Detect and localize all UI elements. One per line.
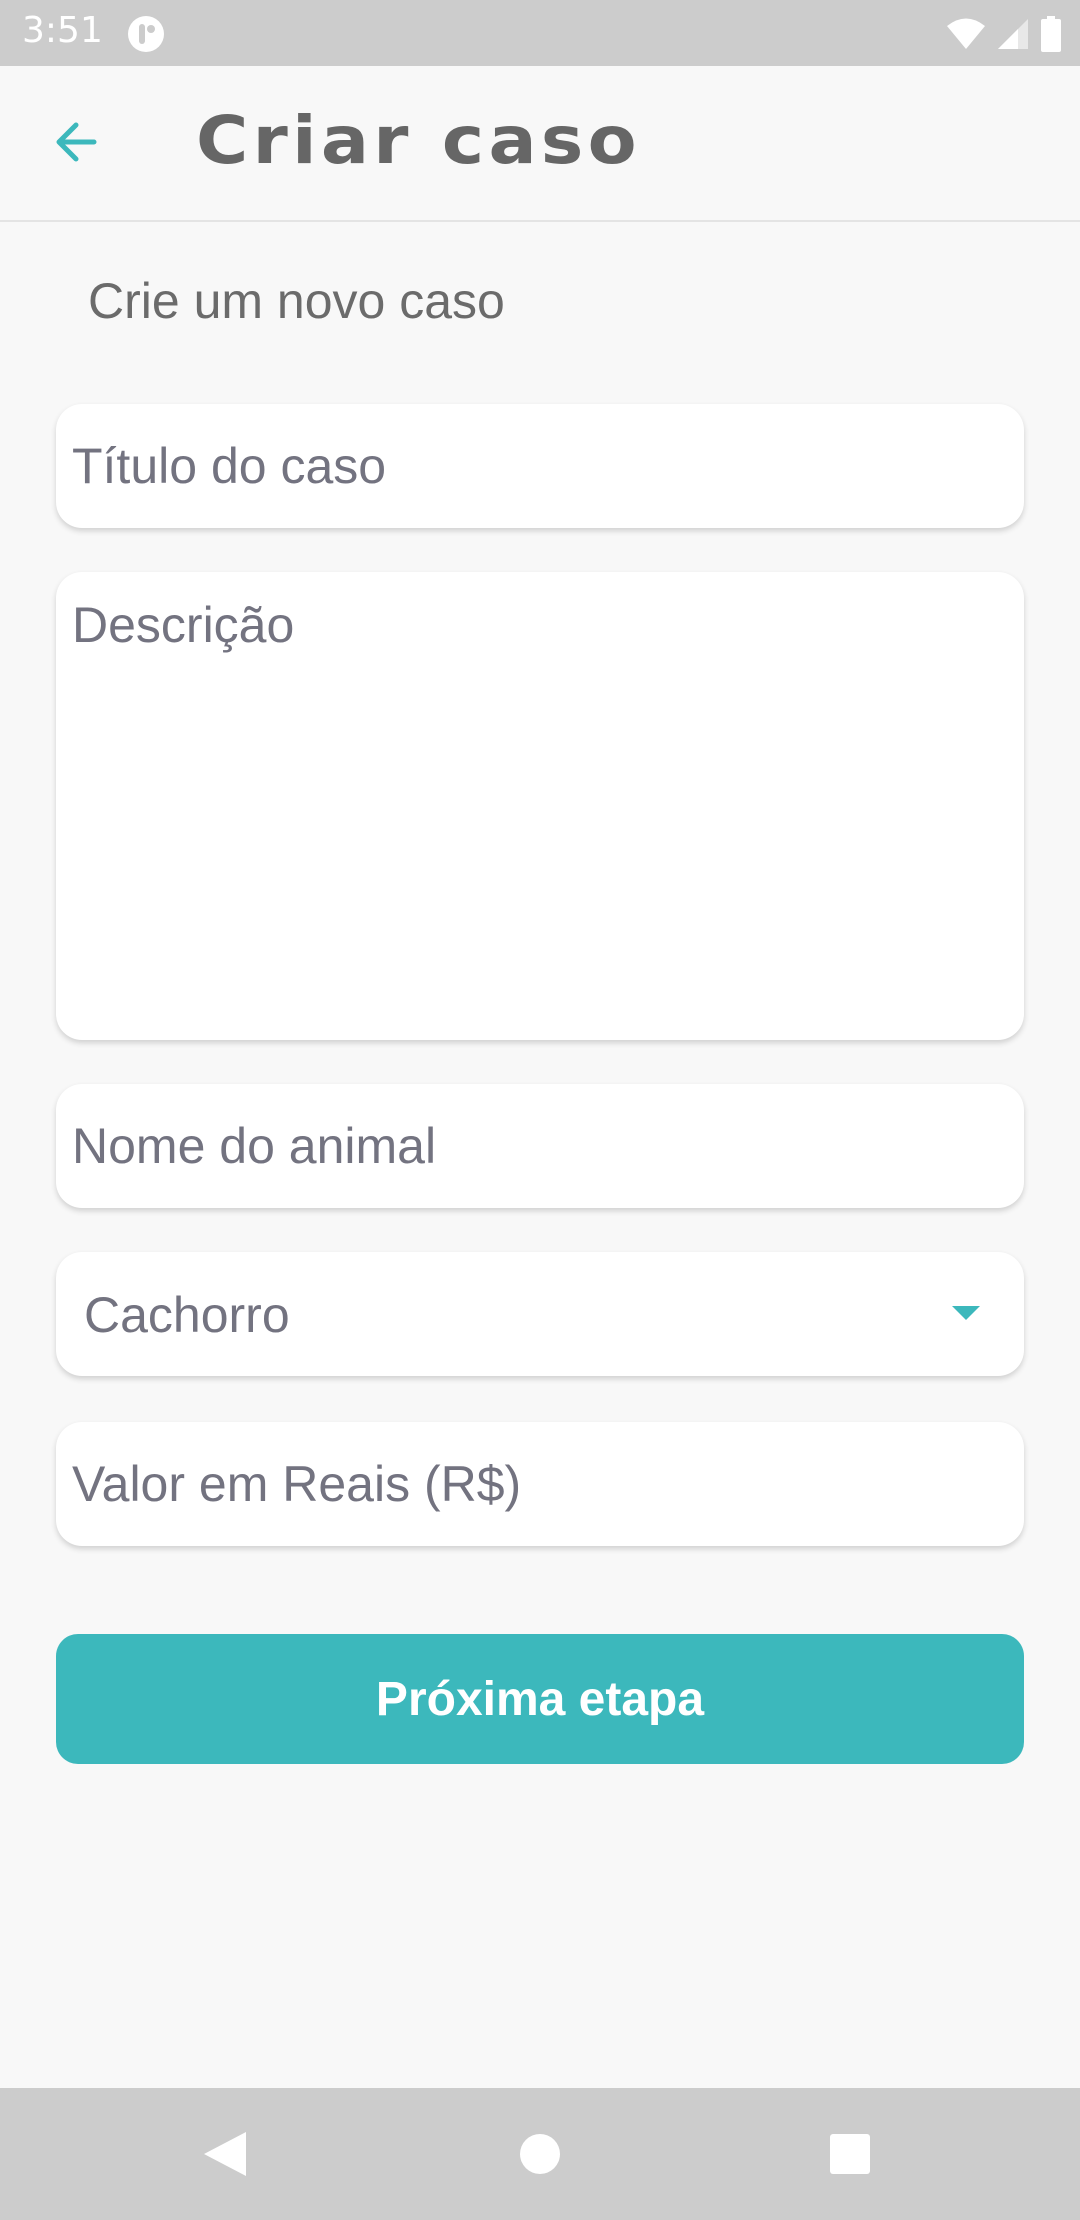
page-title: Criar caso <box>196 102 641 179</box>
value-input[interactable] <box>56 1422 1024 1546</box>
form-subtitle: Crie um novo caso <box>88 273 505 329</box>
value-field <box>56 1422 1024 1546</box>
species-select[interactable]: Cachorro <box>56 1252 1024 1376</box>
wifi-icon <box>947 18 985 49</box>
nav-home-icon[interactable] <box>520 2134 560 2174</box>
next-step-button[interactable]: Próxima etapa <box>56 1634 1024 1764</box>
status-time: 3:51 <box>22 10 103 51</box>
description-input[interactable] <box>56 572 1024 1040</box>
nav-recents-icon[interactable] <box>830 2134 870 2174</box>
description-field <box>56 572 1024 1040</box>
status-bar: 3:51 <box>0 0 1080 66</box>
dropdown-arrow-icon <box>952 1306 980 1320</box>
cell-signal-icon <box>998 19 1028 49</box>
animal-name-field <box>56 1084 1024 1208</box>
system-nav-bar <box>0 2088 1080 2220</box>
status-icons <box>946 14 1062 54</box>
nav-back-icon[interactable] <box>202 2130 248 2178</box>
app-notification-icon <box>128 16 164 52</box>
species-selected-value: Cachorro <box>84 1287 290 1343</box>
battery-icon <box>1041 16 1061 52</box>
animal-name-input[interactable] <box>56 1084 1024 1208</box>
case-title-field <box>56 404 1024 528</box>
arrow-left-icon[interactable] <box>48 112 108 172</box>
case-title-input[interactable] <box>56 404 1024 528</box>
app-bar: Criar caso <box>0 66 1080 222</box>
